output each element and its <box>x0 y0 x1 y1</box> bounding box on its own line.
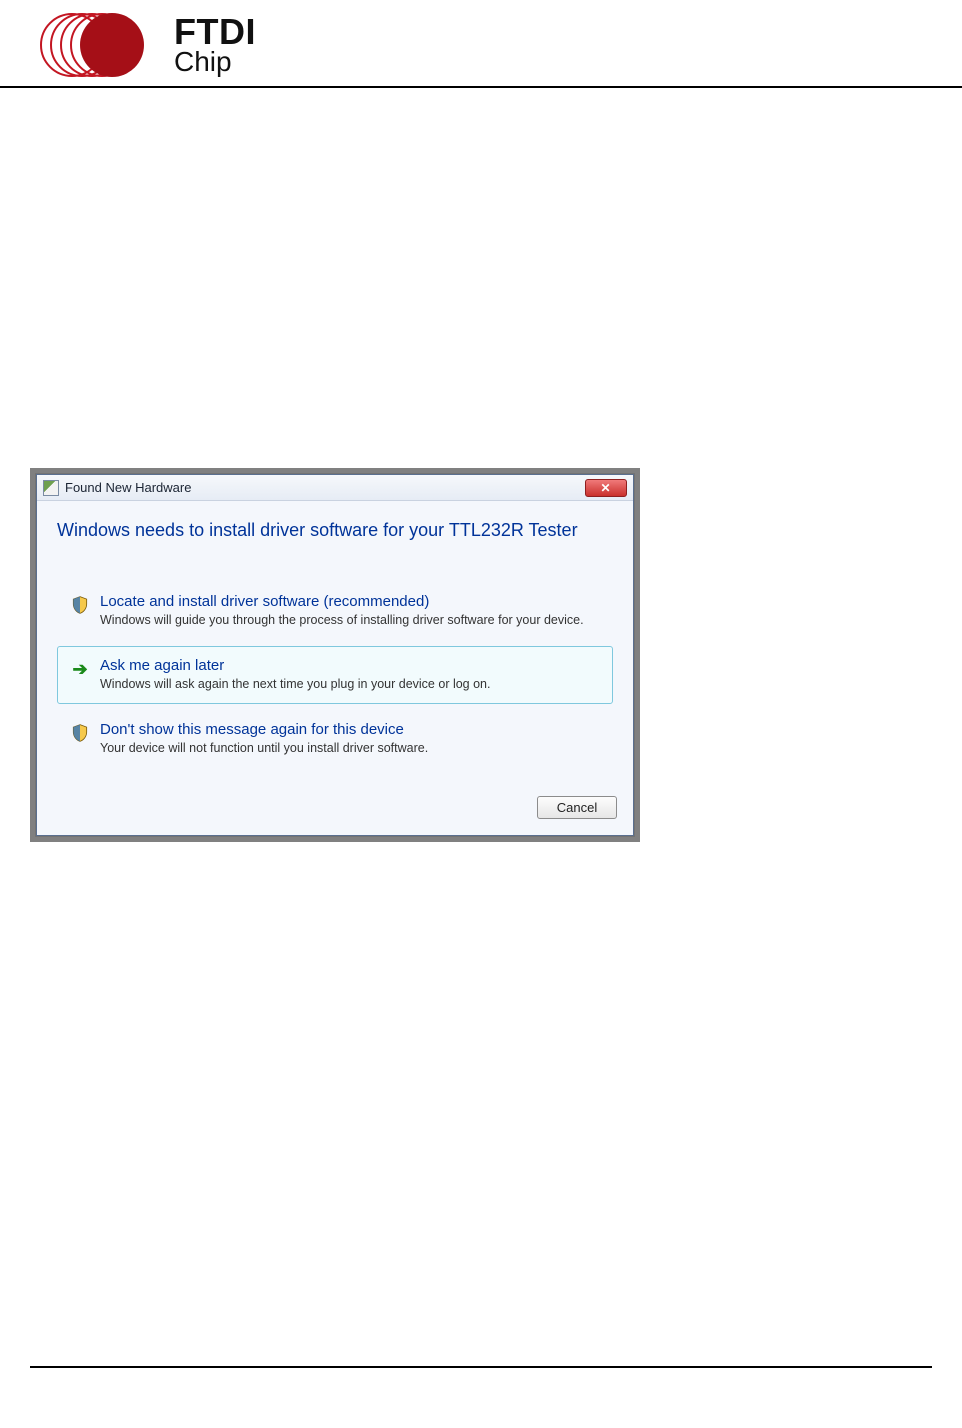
found-new-hardware-dialog: Found New Hardware ✕ Windows needs to in… <box>36 474 634 836</box>
screenshot-frame: Found New Hardware ✕ Windows needs to in… <box>30 468 640 842</box>
main-instruction: Windows needs to install driver software… <box>57 519 613 542</box>
option-locate-install[interactable]: Locate and install driver software (reco… <box>57 582 613 640</box>
shield-icon <box>70 595 90 615</box>
hardware-icon <box>43 480 59 496</box>
dialog-body: Windows needs to install driver software… <box>37 501 633 784</box>
option-ask-later[interactable]: ➔ Ask me again later Windows will ask ag… <box>57 646 613 704</box>
option-desc: Windows will ask again the next time you… <box>100 676 490 693</box>
dialog-title: Found New Hardware <box>65 480 191 495</box>
option-desc: Windows will guide you through the proce… <box>100 612 584 629</box>
dialog-button-row: Cancel <box>37 784 633 835</box>
cancel-button[interactable]: Cancel <box>537 796 617 819</box>
shield-icon <box>70 723 90 743</box>
close-button[interactable]: ✕ <box>585 479 627 497</box>
logo-text-line1: FTDI <box>174 14 256 50</box>
page-header: FTDI Chip <box>0 0 962 88</box>
arrow-right-icon: ➔ <box>70 659 90 679</box>
titlebar-left: Found New Hardware <box>43 480 191 496</box>
dialog-titlebar: Found New Hardware ✕ <box>37 475 633 501</box>
close-icon: ✕ <box>600 482 611 494</box>
ftdi-logo: FTDI Chip <box>40 10 922 80</box>
footer-divider <box>30 1366 932 1368</box>
option-desc: Your device will not function until you … <box>100 740 428 757</box>
logo-mark <box>40 10 160 80</box>
option-title: Don't show this message again for this d… <box>100 721 428 738</box>
option-title: Ask me again later <box>100 657 490 674</box>
option-title: Locate and install driver software (reco… <box>100 593 584 610</box>
option-dont-show[interactable]: Don't show this message again for this d… <box>57 710 613 768</box>
logo-text-line2: Chip <box>174 48 256 76</box>
logo-text: FTDI Chip <box>168 14 256 76</box>
